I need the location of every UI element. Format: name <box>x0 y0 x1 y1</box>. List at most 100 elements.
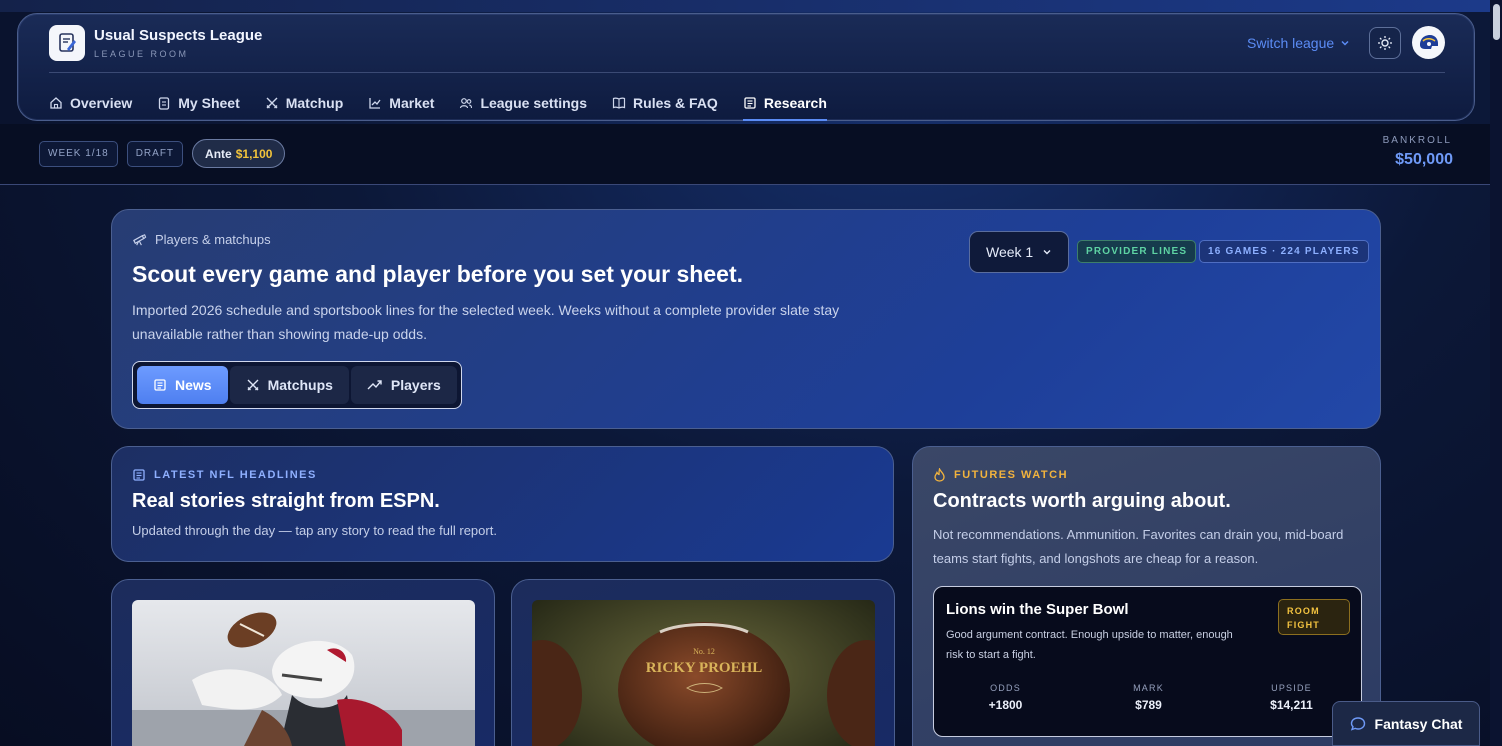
clipboard-pencil-icon <box>59 33 76 52</box>
ante-label: Ante <box>205 146 232 161</box>
futures-contract-card[interactable]: Lions win the Super Bowl Good argument c… <box>933 586 1362 737</box>
fantasy-chat-label: Fantasy Chat <box>1374 715 1463 732</box>
tab-news-label: News <box>175 377 212 393</box>
users-icon <box>460 98 473 109</box>
chat-bubble-icon <box>1350 716 1365 731</box>
nav-my-sheet-label: My Sheet <box>178 95 240 111</box>
mark-stat: MARK $789 <box>1077 683 1220 712</box>
nav-matchup[interactable]: Matchup <box>265 87 344 119</box>
telescope-icon <box>133 234 147 246</box>
swords-icon <box>247 379 259 391</box>
swords-icon <box>266 97 278 109</box>
games-players-badge: 16 GAMES · 224 PLAYERS <box>1199 240 1369 263</box>
mark-label: MARK <box>1133 683 1164 693</box>
book-icon <box>612 97 626 109</box>
page-scrollbar[interactable] <box>1490 0 1502 746</box>
headlines-eyebrow-text: LATEST NFL HEADLINES <box>154 469 317 481</box>
odds-label: ODDS <box>990 683 1021 693</box>
nav-market[interactable]: Market <box>368 87 434 119</box>
headlines-body: Updated through the day — tap any story … <box>132 523 497 538</box>
tab-players[interactable]: Players <box>350 366 457 404</box>
hero-eyebrow-text: Players & matchups <box>155 232 271 247</box>
home-icon <box>50 97 62 109</box>
futures-eyebrow: FUTURES WATCH <box>933 468 1068 482</box>
team-helmet-icon <box>1419 34 1438 49</box>
league-header: Usual Suspects League LEAGUE ROOM Switch… <box>17 13 1475 121</box>
trending-up-icon <box>367 380 382 390</box>
headlines-card: LATEST NFL HEADLINES Real stories straig… <box>111 446 894 562</box>
room-fight-badge: ROOM FIGHT <box>1278 599 1350 635</box>
news-story-image <box>132 600 475 746</box>
ante-value: $1,100 <box>235 146 273 161</box>
nav-research-label: Research <box>763 95 827 111</box>
scrollbar-thumb[interactable] <box>1493 4 1500 40</box>
switch-league-button[interactable]: Switch league <box>1247 35 1350 51</box>
tab-news[interactable]: News <box>137 366 228 404</box>
contract-description: Good argument contract. Enough upside to… <box>946 629 1233 661</box>
news-story-image: RICKY PROEHL No. 12 <box>532 600 875 746</box>
tab-matchups-label: Matchups <box>267 377 333 393</box>
odds-stat: ODDS +1800 <box>934 683 1077 712</box>
upside-label: UPSIDE <box>1271 683 1312 693</box>
tab-players-label: Players <box>390 377 441 393</box>
nav-overview[interactable]: Overview <box>49 87 132 119</box>
bankroll-label: BANKROLL <box>1382 135 1452 146</box>
nav-my-sheet[interactable]: My Sheet <box>157 87 240 119</box>
football-signature-text: RICKY PROEHL <box>646 660 763 676</box>
nav-league-settings[interactable]: League settings <box>459 87 587 119</box>
contract-stats: ODDS +1800 MARK $789 UPSIDE $14,211 <box>934 683 1363 712</box>
league-logo[interactable] <box>49 25 85 61</box>
headlines-title: Real stories straight from ESPN. <box>132 490 440 512</box>
hero-eyebrow: Players & matchups <box>132 232 271 247</box>
switch-league-label: Switch league <box>1247 35 1335 51</box>
user-avatar[interactable] <box>1412 26 1445 59</box>
header-divider <box>49 72 1445 73</box>
newspaper-icon <box>154 379 166 391</box>
league-title: Usual Suspects League <box>94 27 263 44</box>
week-pill: WEEK 1/18 <box>39 140 118 167</box>
newspaper-icon <box>744 97 756 109</box>
nav-rules-faq-label: Rules & FAQ <box>633 95 718 111</box>
news-story-card[interactable]: RICKY PROEHL No. 12 <box>511 579 895 746</box>
nav-league-settings-label: League settings <box>480 95 588 111</box>
contract-title: Lions win the Super Bowl <box>946 601 1129 618</box>
phase-pill: DRAFT <box>126 140 184 167</box>
tab-matchups[interactable]: Matchups <box>229 366 349 404</box>
research-hero-card: Players & matchups Scout every game and … <box>111 209 1381 429</box>
chevron-down-icon <box>1341 40 1349 46</box>
futures-title: Contracts worth arguing about. <box>933 490 1231 512</box>
status-row: WEEK 1/18 DRAFT Ante $1,100 <box>39 139 286 168</box>
top-strip <box>0 0 1502 12</box>
nav-research[interactable]: Research <box>742 87 827 121</box>
nav-rules-faq[interactable]: Rules & FAQ <box>612 87 718 119</box>
main-nav: Overview My Sheet Matchup Market League … <box>49 87 852 121</box>
hero-description: Imported 2026 schedule and sportsbook li… <box>132 302 840 342</box>
provider-lines-badge: PROVIDER LINES <box>1077 240 1197 263</box>
week-select-value: Week 1 <box>986 244 1034 260</box>
sun-icon <box>1378 36 1392 50</box>
fantasy-chat-button[interactable]: Fantasy Chat <box>1332 701 1480 746</box>
football-number-text: No. 12 <box>693 647 715 656</box>
nav-matchup-label: Matchup <box>285 95 344 111</box>
week-select[interactable]: Week 1 <box>969 231 1069 273</box>
newspaper-icon <box>133 469 145 481</box>
chevron-down-icon <box>1043 250 1051 255</box>
mark-value: $789 <box>1135 698 1162 712</box>
clipboard-icon <box>159 97 170 110</box>
research-view-switcher: News Matchups Players <box>132 361 462 409</box>
section-divider <box>0 184 1490 185</box>
futures-eyebrow-text: FUTURES WATCH <box>954 469 1069 481</box>
theme-toggle-button[interactable] <box>1369 27 1401 59</box>
ante-pill: Ante $1,100 <box>192 139 286 168</box>
chart-line-icon <box>369 98 381 109</box>
futures-body: Not recommendations. Ammunition. Favorit… <box>933 527 1344 566</box>
odds-value: +1800 <box>988 698 1023 712</box>
bankroll-value: $50,000 <box>1395 151 1453 168</box>
hero-title: Scout every game and player before you s… <box>132 261 743 287</box>
headlines-eyebrow: LATEST NFL HEADLINES <box>132 468 317 482</box>
nav-overview-label: Overview <box>70 95 133 111</box>
nav-market-label: Market <box>389 95 435 111</box>
league-subtitle: LEAGUE ROOM <box>94 49 189 59</box>
news-story-card[interactable] <box>111 579 495 746</box>
flame-icon <box>934 468 945 482</box>
